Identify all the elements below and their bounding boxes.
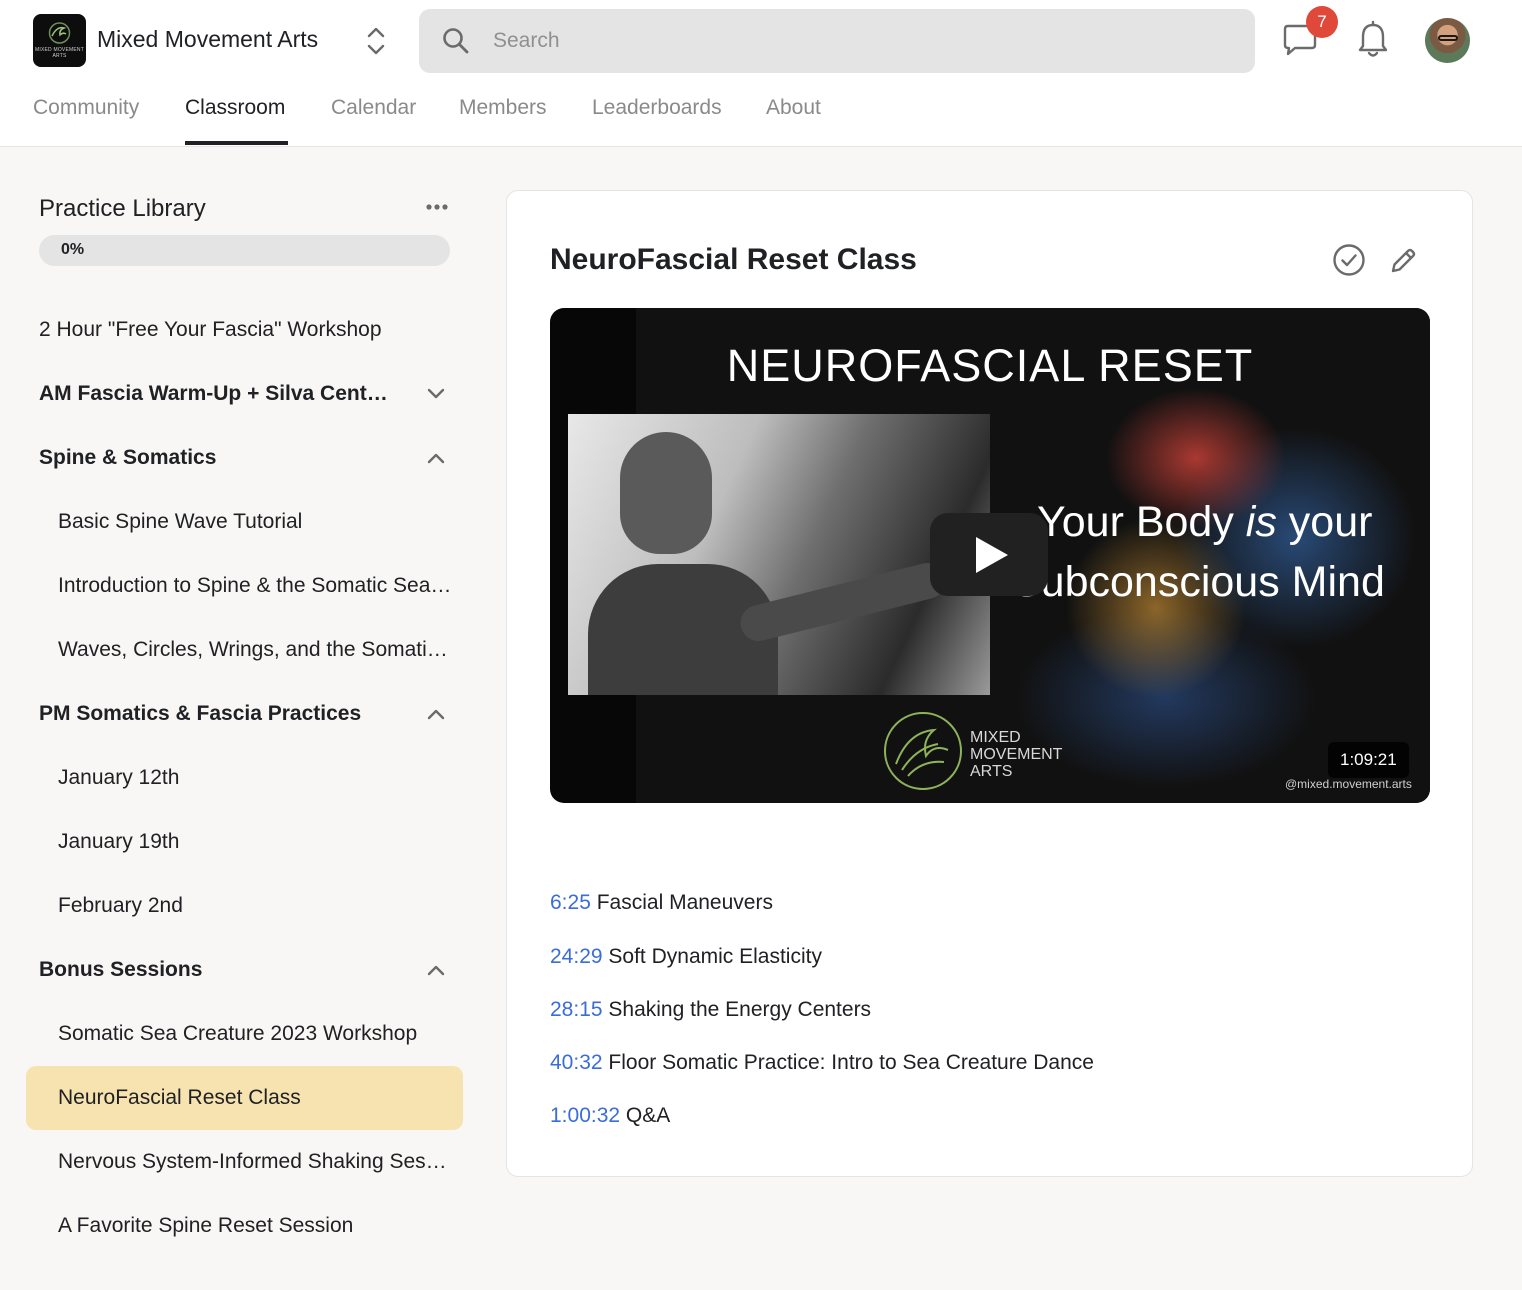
video-tagline-line-1: Your Body is your — [1037, 498, 1372, 547]
lesson-item-sea-creature-workshop[interactable]: Somatic Sea Creature 2023 Workshop — [26, 1002, 463, 1066]
course-title: Practice Library — [39, 195, 206, 222]
tagline-part: Your Body — [1037, 498, 1246, 546]
search-bar[interactable] — [419, 9, 1255, 73]
brand-line: MOVEMENT — [970, 746, 1063, 763]
lesson-item-free-your-fascia[interactable]: 2 Hour "Free Your Fascia" Workshop — [26, 298, 463, 362]
chapter-label: Fascial Maneuvers — [596, 891, 773, 914]
section-label: PM Somatics & Fascia Practices — [39, 702, 362, 725]
tab-community[interactable]: Community — [33, 96, 139, 120]
brand-line: ARTS — [970, 763, 1013, 780]
lesson-item-label: Waves, Circles, Wrings, and the Somatic … — [58, 638, 453, 661]
tagline-emphasis: is — [1245, 498, 1277, 546]
tab-about[interactable]: About — [766, 96, 821, 120]
lesson-item-label: NeuroFascial Reset Class — [58, 1086, 301, 1109]
lesson-item-label: Somatic Sea Creature 2023 Workshop — [58, 1022, 418, 1045]
video-thumbnail-heading: NEUROFASCIAL RESET — [726, 340, 1254, 391]
lesson-item-intro-spine[interactable]: Introduction to Spine & the Somatic Sea … — [26, 554, 463, 618]
lesson-item-neurofascial-reset[interactable]: NeuroFascial Reset Class — [26, 1066, 463, 1130]
lesson-item-february-2[interactable]: February 2nd — [26, 874, 463, 938]
bell-icon[interactable] — [1355, 20, 1391, 60]
chapter-item: 1:00:32 Q&A — [550, 1104, 670, 1128]
lesson-item-label: Basic Spine Wave Tutorial — [58, 510, 303, 533]
lesson-item-label: A Favorite Spine Reset Session — [58, 1214, 354, 1237]
lesson-item-label: Nervous System-Informed Shaking Session — [58, 1150, 453, 1173]
group-name[interactable]: Mixed Movement Arts — [97, 26, 318, 53]
progress-label: 0% — [61, 241, 85, 258]
top-header: MIXED MOVEMENT ARTS Mixed Movement Arts … — [0, 0, 1522, 147]
wave-logo-icon — [48, 22, 71, 44]
course-sidebar: Practice Library 0% 2 Hour "Free Your Fa… — [0, 147, 490, 1290]
chapter-item: 40:32 Floor Somatic Practice: Intro to S… — [550, 1051, 1094, 1075]
lesson-item-waves-circles[interactable]: Waves, Circles, Wrings, and the Somatic … — [26, 618, 463, 682]
lesson-title: NeuroFascial Reset Class — [550, 243, 917, 276]
tab-leaderboards[interactable]: Leaderboards — [592, 96, 722, 120]
lesson-item-basic-spine-wave[interactable]: Basic Spine Wave Tutorial — [26, 490, 463, 554]
chevron-up-icon — [427, 709, 445, 720]
photo-head — [620, 432, 712, 554]
video-thumbnail-photo — [568, 414, 990, 695]
section-pm-somatics[interactable]: PM Somatics & Fascia Practices — [26, 682, 463, 746]
chevron-down-icon — [427, 388, 445, 399]
section-bonus-sessions[interactable]: Bonus Sessions — [26, 938, 463, 1002]
chapter-item: 6:25 Fascial Maneuvers — [550, 891, 773, 915]
chapter-item: 28:15 Shaking the Energy Centers — [550, 998, 871, 1022]
chat-unread-badge: 7 — [1306, 6, 1338, 38]
lesson-item-january-12[interactable]: January 12th — [26, 746, 463, 810]
edit-pencil-icon[interactable] — [1387, 245, 1419, 277]
lesson-item-spine-reset[interactable]: A Favorite Spine Reset Session — [26, 1194, 463, 1258]
lesson-item-label: January 19th — [58, 830, 180, 853]
tab-members[interactable]: Members — [459, 96, 547, 120]
tab-calendar[interactable]: Calendar — [331, 96, 416, 120]
chapter-label: Floor Somatic Practice: Intro to Sea Cre… — [608, 1051, 1094, 1074]
chapter-timestamp-link[interactable]: 40:32 — [550, 1051, 603, 1074]
section-am-fascia-warm-up[interactable]: AM Fascia Warm-Up + Silva Centering — [26, 362, 463, 426]
section-label: Spine & Somatics — [39, 446, 217, 469]
chapter-label: Soft Dynamic Elasticity — [608, 945, 822, 968]
video-watermark: @mixed.movement.arts — [1285, 777, 1412, 791]
video-duration: 1:09:21 — [1328, 742, 1409, 778]
chapter-label: Shaking the Energy Centers — [608, 998, 872, 1021]
lesson-item-label: February 2nd — [58, 894, 183, 917]
section-label: AM Fascia Warm-Up + Silva Centering — [39, 382, 399, 405]
video-player[interactable]: NEUROFASCIAL RESET Your Body is your Sub… — [550, 308, 1430, 803]
chevron-up-icon — [427, 965, 445, 976]
search-icon — [443, 28, 469, 54]
play-icon — [976, 537, 1008, 573]
chapter-label: Q&A — [625, 1104, 671, 1127]
avatar-glasses — [1438, 35, 1458, 41]
play-button[interactable] — [930, 513, 1048, 596]
group-switcher-icon[interactable] — [363, 22, 389, 60]
active-tab-underline — [185, 141, 288, 145]
chevron-up-icon — [427, 453, 445, 464]
chapter-timestamp-link[interactable]: 6:25 — [550, 891, 591, 914]
lesson-card: NeuroFascial Reset Class NEUROFASCIAL RE… — [506, 190, 1473, 1177]
group-logo[interactable]: MIXED MOVEMENT ARTS — [33, 14, 86, 67]
mark-complete-icon[interactable] — [1332, 243, 1366, 277]
video-tagline-line-2: Subconscious Mind — [1012, 558, 1385, 606]
lesson-item-january-19[interactable]: January 19th — [26, 810, 463, 874]
video-brand-text: MIXED MOVEMENT ARTS — [970, 729, 1080, 780]
tab-classroom[interactable]: Classroom — [185, 96, 285, 120]
lesson-item-label: Introduction to Spine & the Somatic Sea … — [58, 574, 453, 597]
section-spine-somatics[interactable]: Spine & Somatics — [26, 426, 463, 490]
user-avatar[interactable] — [1425, 18, 1470, 63]
more-options-icon[interactable] — [420, 195, 454, 219]
chapter-timestamp-link[interactable]: 24:29 — [550, 945, 603, 968]
search-input[interactable] — [493, 23, 1233, 59]
chapter-item: 24:29 Soft Dynamic Elasticity — [550, 945, 822, 969]
lesson-item-shaking-session[interactable]: Nervous System-Informed Shaking Session — [26, 1130, 463, 1194]
photo-arm — [736, 559, 950, 645]
chapter-timestamp-link[interactable]: 1:00:32 — [550, 1104, 620, 1127]
tagline-part: your — [1276, 498, 1373, 546]
logo-text: MIXED MOVEMENT ARTS — [35, 47, 84, 59]
section-label: Bonus Sessions — [39, 958, 203, 981]
brand-line: MIXED — [970, 729, 1021, 746]
course-progress-bar: 0% — [39, 235, 450, 266]
lesson-item-label: January 12th — [58, 766, 180, 789]
lesson-item-label: 2 Hour "Free Your Fascia" Workshop — [39, 318, 382, 341]
chapter-timestamp-link[interactable]: 28:15 — [550, 998, 603, 1021]
wave-logo-icon — [884, 712, 962, 790]
